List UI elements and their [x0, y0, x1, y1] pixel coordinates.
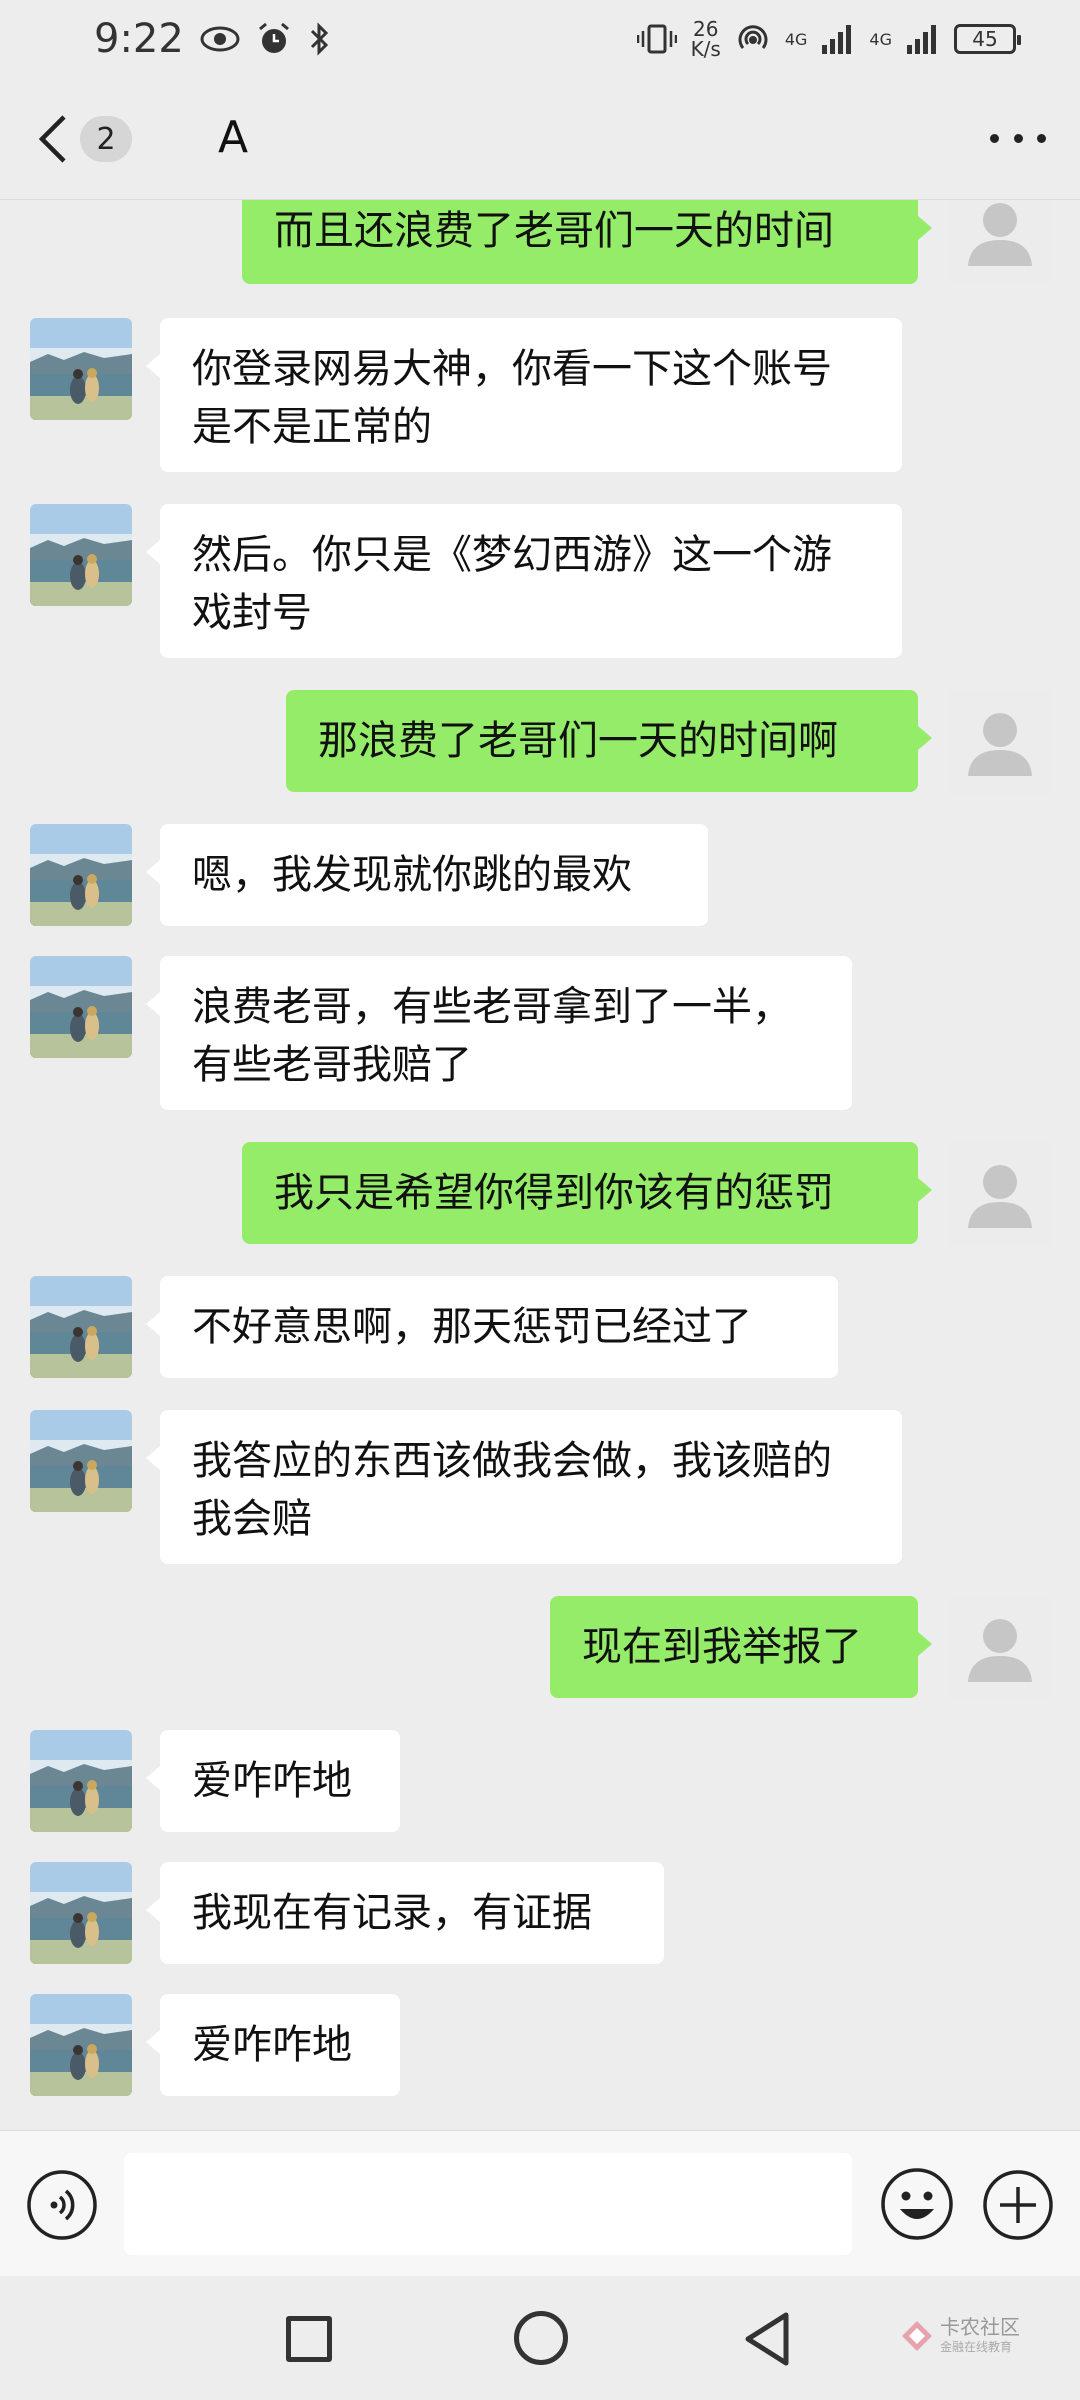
my-avatar[interactable]	[948, 1142, 1052, 1246]
message-bubble[interactable]: 爱咋咋地	[146, 1994, 400, 2096]
outgoing-message: 我只是希望你得到你该有的惩罚	[0, 1142, 1080, 1246]
recent-apps-button[interactable]	[286, 2316, 332, 2362]
system-nav-bar: 卡农社区 金融在线教育	[0, 2276, 1080, 2400]
chat-header: 2 A	[0, 78, 1080, 200]
message-bubble[interactable]: 然后。你只是《梦幻西游》这一个游戏封号	[146, 504, 902, 658]
outgoing-message: 现在到我举报了	[0, 1596, 1080, 1700]
contact-avatar[interactable]	[30, 1410, 132, 1512]
incoming-message: 爱咋咋地	[0, 1994, 1080, 2096]
bluetooth-icon	[310, 22, 328, 56]
plus-icon[interactable]	[982, 2169, 1054, 2241]
alarm-icon	[258, 22, 289, 53]
battery-level: 45	[972, 27, 998, 51]
home-button[interactable]	[514, 2311, 568, 2365]
message-bubble[interactable]: 现在到我举报了	[550, 1596, 932, 1698]
back-arrow-icon[interactable]	[32, 113, 74, 165]
my-avatar[interactable]	[948, 1596, 1052, 1700]
message-bubble[interactable]: 我现在有记录，有证据	[146, 1862, 664, 1964]
signal-icon	[907, 25, 936, 54]
network-type-2: 4G	[869, 29, 892, 49]
chat-title: A	[218, 112, 249, 163]
incoming-message: 我现在有记录，有证据	[0, 1862, 1080, 1964]
watermark-title: 卡农社区	[940, 2315, 1020, 2339]
contact-avatar[interactable]	[30, 824, 132, 926]
incoming-message: 你登录网易大神，你看一下这个账号是不是正常的	[0, 318, 1080, 472]
status-time: 9:22	[94, 16, 184, 62]
dot-icon	[990, 133, 999, 143]
incoming-message: 然后。你只是《梦幻西游》这一个游戏封号	[0, 504, 1080, 658]
more-options-button[interactable]	[990, 128, 1046, 148]
input-bar	[0, 2130, 1080, 2276]
message-bubble[interactable]: 不好意思啊，那天惩罚已经过了	[146, 1276, 838, 1378]
my-avatar[interactable]	[948, 690, 1052, 794]
contact-avatar[interactable]	[30, 504, 132, 606]
contact-avatar[interactable]	[30, 1994, 132, 2096]
message-bubble[interactable]: 浪费老哥，有些老哥拿到了一半，有些老哥我赔了	[146, 956, 852, 1110]
incoming-message: 不好意思啊，那天惩罚已经过了	[0, 1276, 1080, 1378]
watermark-subtitle: 金融在线教育	[940, 2340, 1013, 2354]
chat-screen: 9:22 26 K/s 4G 4G 45 2 A 而且还浪费了老哥们一天的时间 …	[0, 0, 1080, 2400]
my-avatar[interactable]	[948, 200, 1052, 284]
signal-icon	[822, 25, 852, 54]
status-bar: 9:22 26 K/s 4G 4G 45	[0, 0, 1080, 78]
hotspot-icon	[738, 25, 768, 49]
watermark-icon	[902, 2320, 932, 2351]
dot-icon	[1037, 133, 1046, 143]
message-input[interactable]	[124, 2153, 852, 2255]
contact-avatar[interactable]	[30, 1276, 132, 1378]
incoming-message: 浪费老哥，有些老哥拿到了一半，有些老哥我赔了	[0, 956, 1080, 1110]
dot-icon	[1013, 133, 1023, 143]
contact-avatar[interactable]	[30, 318, 132, 420]
contact-avatar[interactable]	[30, 1730, 132, 1832]
message-bubble[interactable]: 你登录网易大神，你看一下这个账号是不是正常的	[146, 318, 902, 472]
vibrate-icon	[636, 24, 677, 54]
network-speed: 26 K/s	[690, 17, 721, 61]
nav-back-icon[interactable]	[742, 2310, 792, 2368]
outgoing-message: 那浪费了老哥们一天的时间啊	[0, 690, 1080, 794]
message-bubble[interactable]: 嗯，我发现就你跳的最欢	[146, 824, 708, 926]
contact-avatar[interactable]	[30, 1862, 132, 1964]
network-type-1: 4G	[784, 29, 808, 49]
incoming-message: 爱咋咋地	[0, 1730, 1080, 1832]
emoji-icon[interactable]	[880, 2167, 954, 2241]
message-bubble[interactable]: 那浪费了老哥们一天的时间啊	[286, 690, 932, 792]
outgoing-message: 而且还浪费了老哥们一天的时间	[0, 200, 1080, 284]
message-list[interactable]: 而且还浪费了老哥们一天的时间 你登录网易大神，你看一下这个账号是不是正常的 然后…	[0, 200, 1080, 2130]
contact-avatar[interactable]	[30, 956, 132, 1058]
voice-input-icon[interactable]	[26, 2169, 98, 2241]
watermark-logo: 卡农社区 金融在线教育	[900, 2316, 1020, 2355]
battery-icon: 45	[954, 24, 1021, 54]
incoming-message: 我答应的东西该做我会做，我该赔的我会赔	[0, 1410, 1080, 1564]
eye-icon	[200, 26, 240, 52]
message-bubble[interactable]: 而且还浪费了老哥们一天的时间	[242, 200, 932, 284]
incoming-message: 嗯，我发现就你跳的最欢	[0, 824, 1080, 926]
message-bubble[interactable]: 爱咋咋地	[146, 1730, 400, 1832]
message-bubble[interactable]: 我答应的东西该做我会做，我该赔的我会赔	[146, 1410, 902, 1564]
unread-count-badge[interactable]: 2	[80, 116, 132, 162]
message-bubble[interactable]: 我只是希望你得到你该有的惩罚	[242, 1142, 932, 1244]
